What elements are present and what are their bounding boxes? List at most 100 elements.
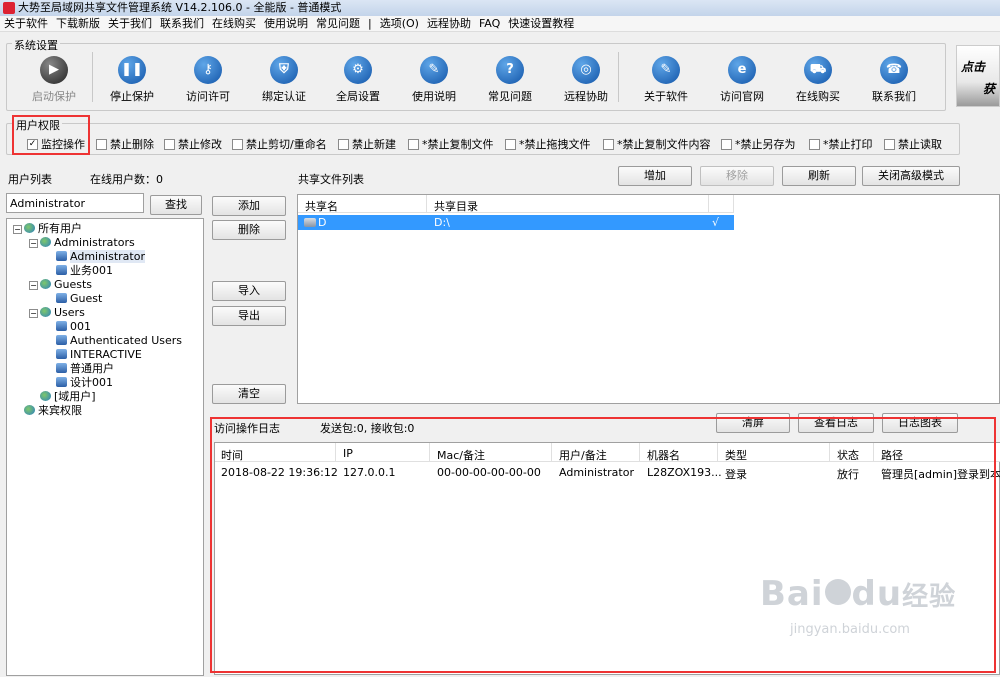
- menu-item[interactable]: 选项(O): [376, 16, 423, 32]
- toolbar-button[interactable]: ▶ 启动保护: [18, 56, 90, 104]
- tree-node[interactable]: − 所有用户: [13, 222, 82, 236]
- checkbox-unchecked-icon[interactable]: [408, 138, 419, 150]
- toolbar-button[interactable]: ⛟ 在线购买: [782, 56, 854, 104]
- toolbar: ▶ 启动保护 ❚❚ 停止保护 ⚷ 访问许可 ⛨ 绑定认证 ⚙ 全局设置 ✎ 使用说明? 常见问题 ◎ 远程协…: [18, 52, 938, 106]
- column-share-path[interactable]: 共享目录: [434, 198, 478, 214]
- checkbox-unchecked-icon[interactable]: [505, 138, 516, 150]
- add-share-button[interactable]: 增加: [618, 166, 692, 186]
- add-user-button[interactable]: 添加: [212, 196, 286, 216]
- toolbar-button-label: 绑定认证: [262, 90, 306, 103]
- share-row[interactable]: D D:\ √: [298, 215, 734, 230]
- menu-item[interactable]: 联系我们: [156, 16, 208, 32]
- menu-item[interactable]: 使用说明: [260, 16, 312, 32]
- menu-item[interactable]: 在线购买: [208, 16, 260, 32]
- tree-node[interactable]: − Administrators: [29, 236, 135, 250]
- column-share-name[interactable]: 共享名: [305, 198, 338, 214]
- promo-banner[interactable]: 点击 获: [956, 45, 1000, 107]
- toolbar-button[interactable]: e 访问官网: [706, 56, 778, 104]
- toolbar-button[interactable]: ◎ 远程协助: [550, 56, 622, 104]
- close-advanced-mode-button[interactable]: 关闭高级模式: [862, 166, 960, 186]
- permission-checkbox[interactable]: 禁止读取: [884, 136, 942, 152]
- info-icon: ✎: [652, 56, 680, 84]
- checkbox-unchecked-icon[interactable]: [603, 138, 614, 150]
- tree-node[interactable]: 普通用户: [45, 362, 114, 376]
- toolbar-separator: [92, 52, 93, 102]
- app-icon: [3, 2, 15, 14]
- tree-node[interactable]: 设计001: [45, 376, 113, 390]
- tree-node[interactable]: Administrator: [45, 250, 145, 264]
- menu-item[interactable]: 常见问题: [312, 16, 364, 32]
- tree-node-label: [域用户]: [54, 390, 96, 403]
- user-tree[interactable]: − 所有用户 − Administrators Administrator 业务001− G…: [6, 218, 204, 676]
- share-table-header: 共享名 共享目录: [298, 195, 734, 213]
- toolbar-button[interactable]: ⛨ 绑定认证: [248, 56, 320, 104]
- permission-checkbox[interactable]: 禁止剪切/重命名: [232, 136, 327, 152]
- permission-checkbox[interactable]: 禁止修改: [164, 136, 222, 152]
- toolbar-button-label: 全局设置: [336, 90, 380, 103]
- checkbox-checked-icon[interactable]: ✓: [27, 138, 38, 150]
- tree-node[interactable]: 业务001: [45, 264, 113, 278]
- permission-checkbox[interactable]: *禁止复制文件: [408, 136, 494, 152]
- checkbox-unchecked-icon[interactable]: [721, 138, 732, 150]
- remove-share-button[interactable]: 移除: [700, 166, 774, 186]
- ie-icon: e: [728, 56, 756, 84]
- tree-node[interactable]: − Users: [29, 306, 85, 320]
- tree-node[interactable]: INTERACTIVE: [45, 348, 142, 362]
- permission-checkbox[interactable]: ✓ 监控操作: [27, 136, 85, 152]
- refresh-button[interactable]: 刷新: [782, 166, 856, 186]
- share-list-label: 共享文件列表: [298, 173, 364, 186]
- permission-checkbox[interactable]: *禁止复制文件内容: [603, 136, 711, 152]
- column-divider: [708, 195, 709, 213]
- import-button[interactable]: 导入: [212, 281, 286, 301]
- tree-node[interactable]: Guest: [45, 292, 102, 306]
- tree-node[interactable]: Authenticated Users: [45, 334, 182, 348]
- system-settings-label: 系统设置: [12, 37, 60, 53]
- share-table[interactable]: 共享名 共享目录 D D:\ √: [297, 194, 1000, 404]
- permission-checkbox[interactable]: *禁止另存为: [721, 136, 796, 152]
- permission-checkbox[interactable]: *禁止打印: [809, 136, 873, 152]
- toolbar-button[interactable]: ✎ 关于软件: [630, 56, 702, 104]
- menu-item[interactable]: 快速设置教程: [504, 16, 578, 32]
- permission-checkbox[interactable]: *禁止拖拽文件: [505, 136, 591, 152]
- collapse-icon[interactable]: −: [29, 281, 38, 290]
- tree-node[interactable]: − Guests: [29, 278, 92, 292]
- toolbar-button[interactable]: ⚷ 访问许可: [172, 56, 244, 104]
- toolbar-button[interactable]: ☎ 联系我们: [858, 56, 930, 104]
- export-button[interactable]: 导出: [212, 306, 286, 326]
- tree-node[interactable]: 001: [45, 320, 91, 334]
- clear-button[interactable]: 清空: [212, 384, 286, 404]
- collapse-icon[interactable]: −: [13, 225, 22, 234]
- user-monitor-icon: [56, 251, 67, 261]
- checkbox-unchecked-icon[interactable]: [338, 138, 349, 150]
- checkbox-unchecked-icon[interactable]: [232, 138, 243, 150]
- menu-item[interactable]: 远程协助: [423, 16, 475, 32]
- checkbox-unchecked-icon[interactable]: [809, 138, 820, 150]
- tree-node[interactable]: [域用户]: [29, 390, 96, 404]
- menu-item[interactable]: FAQ: [475, 16, 504, 32]
- checkbox-unchecked-icon[interactable]: [164, 138, 175, 150]
- checkbox-unchecked-icon[interactable]: [96, 138, 107, 150]
- toolbar-button-label: 联系我们: [872, 90, 916, 103]
- toolbar-button[interactable]: ? 常见问题: [474, 56, 546, 104]
- toolbar-button-label: 停止保护: [110, 90, 154, 103]
- column-divider: [426, 195, 427, 213]
- toolbar-button[interactable]: ❚❚ 停止保护: [96, 56, 168, 104]
- toolbar-button[interactable]: ✎ 使用说明: [398, 56, 470, 104]
- checkbox-unchecked-icon[interactable]: [884, 138, 895, 150]
- delete-user-button[interactable]: 删除: [212, 220, 286, 240]
- collapse-icon[interactable]: −: [29, 239, 38, 248]
- menu-item[interactable]: 关于我们: [104, 16, 156, 32]
- gear-icon: ⚙: [344, 56, 372, 84]
- pause-icon: ❚❚: [118, 56, 146, 84]
- permission-checkbox[interactable]: 禁止新建: [338, 136, 396, 152]
- menu-item[interactable]: 关于软件: [0, 16, 52, 32]
- tree-node-label: Administrators: [54, 236, 135, 249]
- permission-checkbox[interactable]: 禁止删除: [96, 136, 154, 152]
- toolbar-button[interactable]: ⚙ 全局设置: [322, 56, 394, 104]
- user-monitor-icon: [56, 265, 67, 275]
- collapse-icon[interactable]: −: [29, 309, 38, 318]
- find-button[interactable]: 查找: [150, 195, 202, 215]
- menu-item[interactable]: 下载新版: [52, 16, 104, 32]
- tree-node[interactable]: 来宾权限: [13, 404, 82, 418]
- user-search-input[interactable]: [6, 193, 144, 213]
